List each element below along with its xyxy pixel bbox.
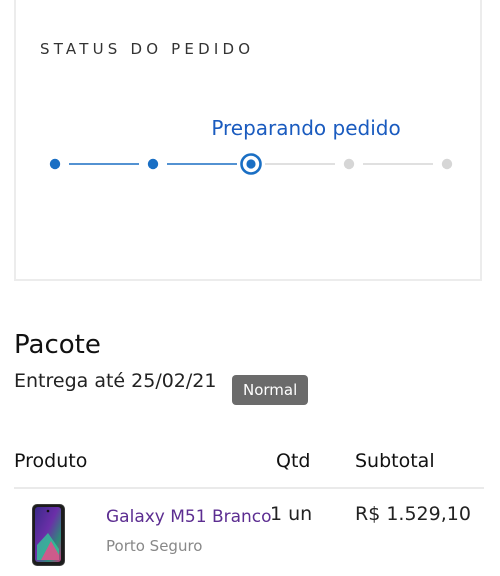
- shipping-type-badge: Normal: [232, 375, 309, 405]
- product-subtotal: R$ 1.529,10: [355, 503, 471, 525]
- package-title: Pacote: [14, 330, 101, 360]
- column-header-qty: Qtd: [276, 450, 311, 472]
- step-3-dot: [240, 153, 262, 175]
- current-stage-label: Preparando pedido: [211, 116, 401, 140]
- step-2-dot: [147, 158, 159, 170]
- order-status-card: STATUS DO PEDIDO Preparando pedido: [14, 0, 482, 281]
- column-header-product: Produto: [14, 450, 88, 472]
- step-1-dot: [49, 158, 61, 170]
- status-title: STATUS DO PEDIDO: [40, 40, 255, 58]
- table-divider: [14, 487, 484, 489]
- product-quantity: 1 un: [270, 503, 313, 525]
- step-4-dot: [343, 158, 355, 170]
- order-details-page: STATUS DO PEDIDO Preparando pedido Pacot…: [0, 0, 500, 576]
- product-seller: Porto Seguro: [106, 537, 203, 555]
- delivery-date: Entrega até 25/02/21: [14, 370, 217, 392]
- order-progress-stepper: [16, 146, 484, 186]
- step-5-dot: [441, 158, 453, 170]
- phone-screen-art: [35, 507, 61, 562]
- phone-thumbnail-icon[interactable]: [32, 504, 65, 566]
- stepper-graphic: [49, 153, 453, 175]
- product-name-link[interactable]: Galaxy M51 Branco: [106, 507, 272, 527]
- column-header-subtotal: Subtotal: [355, 450, 435, 472]
